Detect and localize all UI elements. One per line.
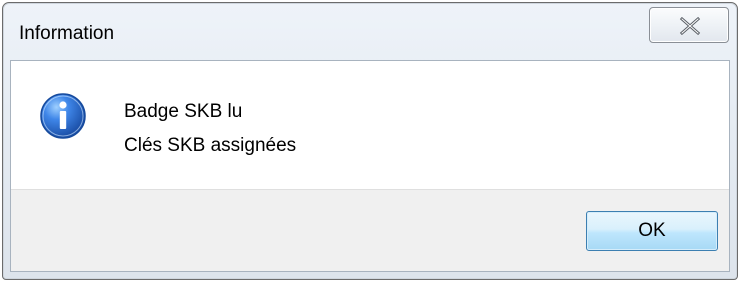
close-button[interactable] — [649, 7, 729, 43]
information-icon — [40, 93, 86, 139]
message-area: Badge SKB lu Clés SKB assignées — [11, 61, 729, 189]
dialog-window: Information Badge SKB lu Clés SKB assign… — [2, 2, 738, 280]
message-line: Badge SKB lu — [124, 101, 243, 122]
ok-button[interactable]: OK — [586, 211, 718, 251]
message-line: Clés SKB assignées — [124, 135, 297, 156]
button-bar: OK — [11, 189, 729, 271]
window-title: Information — [19, 23, 115, 44]
close-icon — [679, 17, 701, 35]
dialog-content: Badge SKB lu Clés SKB assignées OK — [10, 60, 730, 272]
